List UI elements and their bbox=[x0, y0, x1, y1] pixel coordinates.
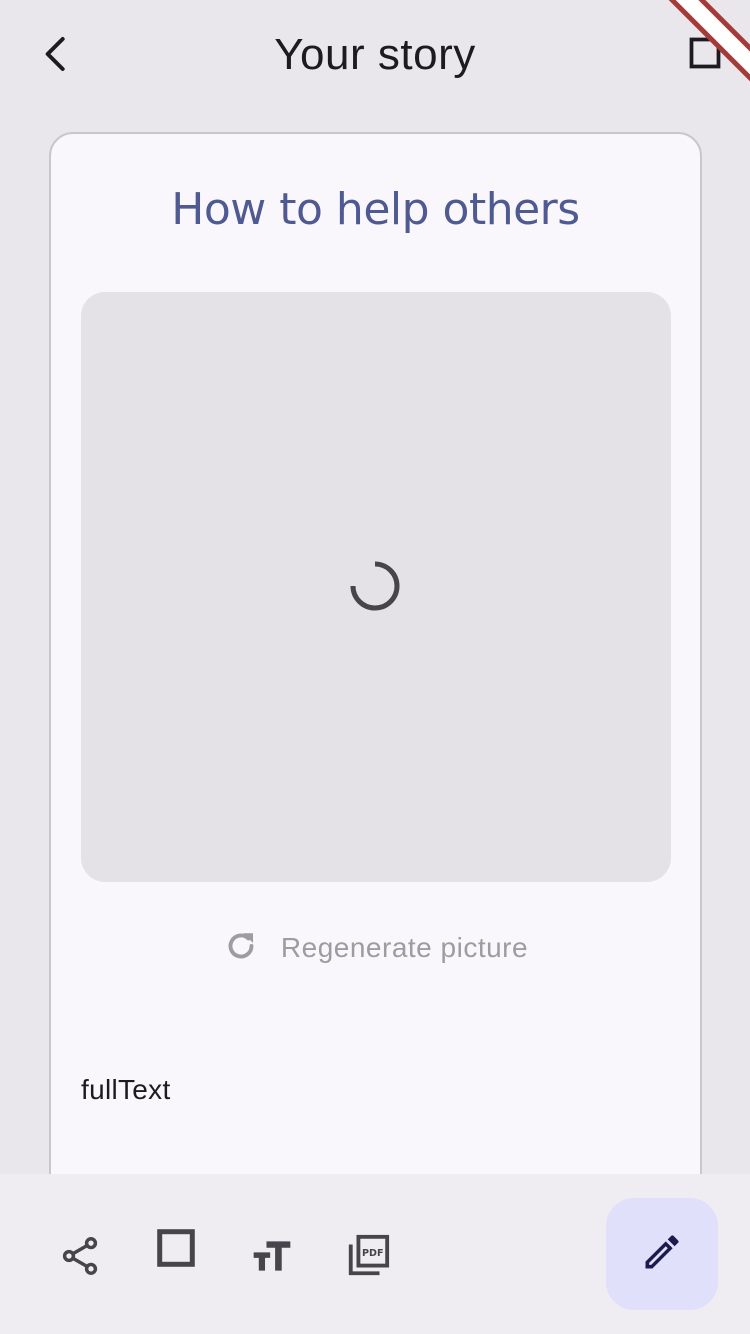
text-size-button[interactable] bbox=[242, 1228, 302, 1288]
refresh-icon bbox=[223, 928, 259, 969]
story-card: How to help others Regenerate picture fu… bbox=[49, 132, 702, 1212]
appbar-action-button[interactable] bbox=[680, 30, 730, 80]
pdf-icon: PDF bbox=[345, 1233, 391, 1284]
crop-square-icon bbox=[153, 1225, 199, 1276]
export-pdf-button[interactable]: PDF bbox=[338, 1228, 398, 1288]
app-bar: Your story bbox=[0, 0, 750, 113]
story-picture bbox=[81, 292, 671, 882]
story-full-text: fullText bbox=[81, 1074, 171, 1105]
regenerate-picture-label: Regenerate picture bbox=[280, 932, 529, 963]
bottom-toolbar: PDF bbox=[0, 1174, 750, 1334]
story-title: How to help others bbox=[171, 184, 580, 235]
page-title: Your story bbox=[274, 30, 476, 79]
regenerate-picture-button[interactable]: Regenerate picture bbox=[51, 924, 700, 972]
share-button[interactable] bbox=[50, 1228, 110, 1288]
edit-story-fab[interactable] bbox=[606, 1198, 718, 1310]
loading-spinner-icon bbox=[349, 560, 401, 612]
svg-text:PDF: PDF bbox=[362, 1248, 384, 1259]
frame-toggle-button[interactable] bbox=[146, 1220, 206, 1280]
story-screen: Your story How to help others Regenerate… bbox=[0, 0, 750, 1334]
text-size-icon bbox=[250, 1234, 294, 1283]
square-icon bbox=[687, 35, 723, 76]
edit-pencil-icon bbox=[640, 1230, 684, 1279]
share-icon bbox=[58, 1234, 102, 1283]
